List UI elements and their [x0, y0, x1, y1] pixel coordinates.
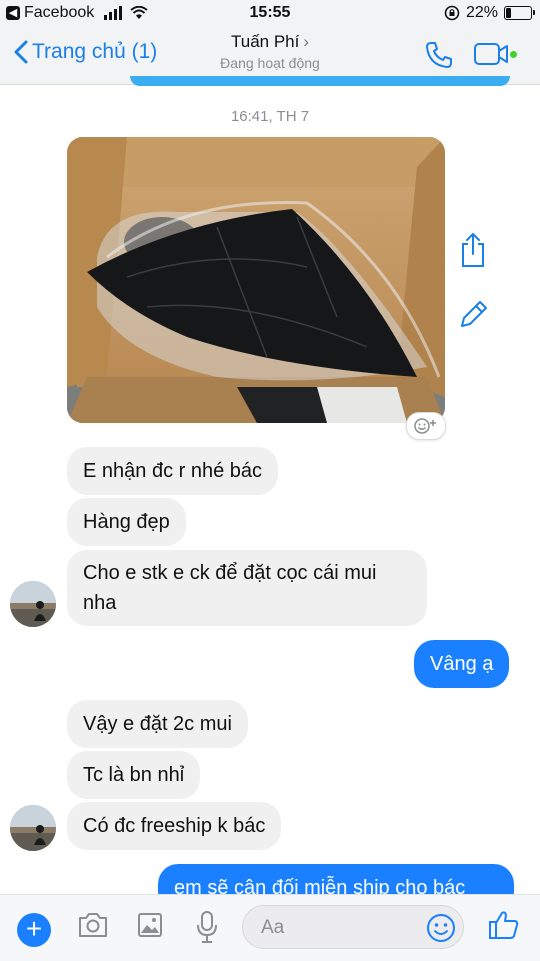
share-icon[interactable]	[458, 232, 488, 268]
microphone-icon[interactable]	[196, 911, 218, 943]
contact-status: Đang hoạt động	[220, 55, 320, 71]
thumbs-up-icon[interactable]	[488, 909, 520, 941]
status-right: 22%	[444, 4, 535, 22]
contact-name: Tuấn Phí	[230, 32, 300, 51]
plus-icon[interactable]: +	[17, 913, 51, 947]
message-composer: + Aa	[0, 894, 540, 961]
message-bubble-incoming[interactable]: Vậy e đặt 2c mui	[67, 700, 248, 748]
gallery-icon[interactable]	[137, 911, 163, 939]
chevron-right-icon: ›	[303, 32, 310, 51]
message-input-placeholder: Aa	[261, 917, 285, 938]
video-call-icon[interactable]	[474, 42, 510, 66]
active-status-dot	[510, 51, 517, 58]
photo-message[interactable]	[67, 137, 445, 423]
phone-icon[interactable]	[424, 40, 454, 70]
edit-icon[interactable]	[458, 298, 490, 330]
rotation-lock-icon	[444, 5, 460, 21]
message-bubble-incoming[interactable]: Cho e stk e ck để đặt cọc cái mui nha	[67, 550, 427, 626]
message-input[interactable]: Aa	[242, 905, 464, 949]
camera-icon[interactable]	[77, 911, 109, 939]
message-bubble-incoming[interactable]: Có đc freeship k bác	[67, 802, 282, 850]
message-bubble-incoming[interactable]: Hàng đẹp	[67, 498, 186, 546]
emoji-icon[interactable]	[425, 912, 457, 944]
react-button[interactable]	[406, 412, 446, 440]
message-bubble-incoming[interactable]: E nhận đc r nhé bác	[67, 447, 279, 495]
message-timestamp: 16:41, TH 7	[230, 108, 310, 125]
battery-percent: 22%	[465, 4, 498, 21]
battery-icon	[504, 6, 535, 20]
received-photo	[67, 137, 445, 423]
avatar-photo	[10, 805, 56, 851]
contact-title[interactable]: Tuấn Phí › Đang hoạt động	[0, 32, 540, 71]
message-bubble-outgoing[interactable]: Vâng ạ	[414, 640, 510, 688]
message-bubble-incoming[interactable]: Tc là bn nhỉ	[67, 751, 201, 799]
avatar[interactable]	[10, 805, 56, 851]
avatar-photo	[10, 581, 56, 627]
status-bar: ◀ Facebook 15:55 22%	[0, 0, 540, 28]
previous-message-edge	[130, 76, 510, 86]
add-reaction-icon	[414, 418, 436, 434]
avatar[interactable]	[10, 581, 56, 627]
